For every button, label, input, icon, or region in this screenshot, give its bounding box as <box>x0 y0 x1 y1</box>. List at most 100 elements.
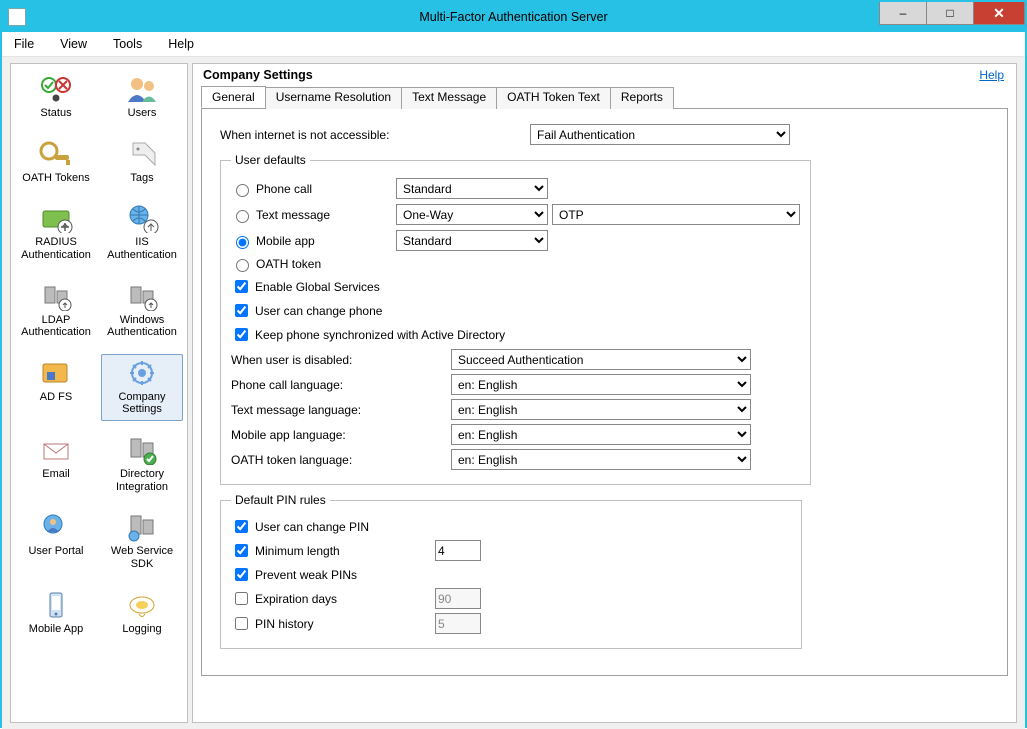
check-pin-history[interactable] <box>235 617 248 630</box>
check-enable-global-services-label: Enable Global Services <box>255 280 380 294</box>
when-user-disabled-select[interactable]: Succeed Authentication <box>451 349 751 370</box>
sidebar-item-label: Company Settings <box>102 391 182 416</box>
phone-call-lang-select[interactable]: en: English <box>451 374 751 395</box>
sidebar-item-mobile-app[interactable]: Mobile App <box>15 586 97 641</box>
pin-rules-fieldset: Default PIN rules User can change PIN Mi… <box>220 493 802 649</box>
oath-token-lang-label: OATH token language: <box>231 453 451 467</box>
menu-tools[interactable]: Tools <box>107 35 148 53</box>
sidebar-item-user-portal[interactable]: User Portal <box>15 508 97 575</box>
sidebar-item-label: IIS Authentication <box>102 236 182 261</box>
ws-sdk-icon <box>123 511 161 543</box>
tab-username-resolution[interactable]: Username Resolution <box>265 87 402 109</box>
sidebar-item-email[interactable]: Email <box>15 431 97 498</box>
when-user-disabled-label: When user is disabled: <box>231 353 451 367</box>
page-title: Company Settings <box>203 68 313 82</box>
pin-history-stepper[interactable] <box>435 613 481 634</box>
menu-view[interactable]: View <box>54 35 93 53</box>
check-pin-history-label: PIN history <box>255 617 435 631</box>
check-expiration-days[interactable] <box>235 592 248 605</box>
help-link[interactable]: Help <box>979 68 1004 82</box>
status-icon <box>37 73 75 105</box>
sidebar-item-directory-int[interactable]: Directory Integration <box>101 431 183 498</box>
sidebar-item-logging[interactable]: Logging <box>101 586 183 641</box>
sidebar-item-label: Web Service SDK <box>102 545 182 570</box>
radio-phone-call[interactable] <box>236 184 249 197</box>
sidebar-item-label: Tags <box>102 172 182 185</box>
sidebar-item-label: AD FS <box>16 391 96 404</box>
sidebar-item-users[interactable]: Users <box>101 70 183 125</box>
when-internet-label: When internet is not accessible: <box>220 128 530 142</box>
text-message-otp-select[interactable]: OTP <box>552 204 800 225</box>
radio-mobile-app[interactable] <box>236 236 249 249</box>
text-message-lang-select[interactable]: en: English <box>451 399 751 420</box>
sidebar-item-tags[interactable]: Tags <box>101 135 183 190</box>
sidebar: Status Users OATH Tokens Tags RADIUS Authent… <box>10 63 188 723</box>
sidebar-item-status[interactable]: Status <box>15 70 97 125</box>
email-icon <box>37 434 75 466</box>
sidebar-item-label: Email <box>16 468 96 481</box>
radio-mobile-app-label: Mobile app <box>256 234 396 248</box>
menu-bar: File View Tools Help <box>2 32 1025 57</box>
sidebar-item-radius-auth[interactable]: RADIUS Authentication <box>15 199 97 266</box>
when-internet-select[interactable]: Fail Authentication <box>530 124 790 145</box>
radio-oath-token-label: OATH token <box>256 257 396 271</box>
menu-file[interactable]: File <box>8 35 40 53</box>
check-user-can-change-phone[interactable] <box>235 304 248 317</box>
tab-general[interactable]: General <box>201 86 266 108</box>
adfs-icon <box>37 357 75 389</box>
phone-call-mode-select[interactable]: Standard <box>396 178 548 199</box>
radio-text-message-label: Text message <box>256 208 396 222</box>
check-user-can-change-phone-label: User can change phone <box>255 304 382 318</box>
sidebar-item-iis-auth[interactable]: IIS Authentication <box>101 199 183 266</box>
check-user-can-change-pin[interactable] <box>235 520 248 533</box>
ldap-auth-icon <box>37 280 75 312</box>
check-user-can-change-pin-label: User can change PIN <box>255 520 435 534</box>
check-keep-phone-sync[interactable] <box>235 328 248 341</box>
pin-rules-legend: Default PIN rules <box>231 493 330 507</box>
text-message-lang-label: Text message language: <box>231 403 451 417</box>
sidebar-item-ldap-auth[interactable]: LDAP Authentication <box>15 277 97 344</box>
user-defaults-fieldset: User defaults Phone call Standard Text m… <box>220 153 811 485</box>
sidebar-item-label: Logging <box>102 623 182 636</box>
sidebar-item-label: RADIUS Authentication <box>16 236 96 261</box>
tabs-row: GeneralUsername ResolutionText MessageOA… <box>201 86 1008 108</box>
tags-icon <box>123 138 161 170</box>
phone-call-lang-label: Phone call language: <box>231 378 451 392</box>
menu-help[interactable]: Help <box>162 35 200 53</box>
check-enable-global-services[interactable] <box>235 280 248 293</box>
mobile-app-icon <box>37 589 75 621</box>
main-panel: Company Settings Help GeneralUsername Re… <box>192 63 1017 723</box>
check-minimum-length[interactable] <box>235 544 248 557</box>
oath-token-lang-select[interactable]: en: English <box>451 449 751 470</box>
radius-auth-icon <box>37 202 75 234</box>
radio-oath-token[interactable] <box>236 259 249 272</box>
mobile-app-mode-select[interactable]: Standard <box>396 230 548 251</box>
tab-oath-token-text[interactable]: OATH Token Text <box>496 87 611 109</box>
company-settings-icon <box>123 357 161 389</box>
sidebar-item-label: LDAP Authentication <box>16 314 96 339</box>
tab-text-message[interactable]: Text Message <box>401 87 497 109</box>
sidebar-item-oath-tokens[interactable]: OATH Tokens <box>15 135 97 190</box>
sidebar-item-ws-sdk[interactable]: Web Service SDK <box>101 508 183 575</box>
check-minimum-length-label: Minimum length <box>255 544 435 558</box>
user-defaults-legend: User defaults <box>231 153 310 167</box>
sidebar-item-adfs[interactable]: AD FS <box>15 354 97 421</box>
radio-text-message[interactable] <box>236 210 249 223</box>
logging-icon <box>123 589 161 621</box>
mobile-app-lang-select[interactable]: en: English <box>451 424 751 445</box>
text-message-mode-select[interactable]: One-Way <box>396 204 548 225</box>
directory-int-icon <box>123 434 161 466</box>
check-expiration-days-label: Expiration days <box>255 592 435 606</box>
oath-tokens-icon <box>37 138 75 170</box>
check-prevent-weak-pins[interactable] <box>235 568 248 581</box>
sidebar-item-company-settings[interactable]: Company Settings <box>101 354 183 421</box>
minimum-length-stepper[interactable] <box>435 540 481 561</box>
users-icon <box>123 73 161 105</box>
tab-reports[interactable]: Reports <box>610 87 674 109</box>
check-prevent-weak-pins-label: Prevent weak PINs <box>255 568 435 582</box>
sidebar-item-label: Directory Integration <box>102 468 182 493</box>
sidebar-item-label: Users <box>102 107 182 120</box>
sidebar-item-windows-auth[interactable]: Windows Authentication <box>101 277 183 344</box>
expiration-days-stepper[interactable] <box>435 588 481 609</box>
window-title: Multi-Factor Authentication Server <box>2 10 1025 24</box>
